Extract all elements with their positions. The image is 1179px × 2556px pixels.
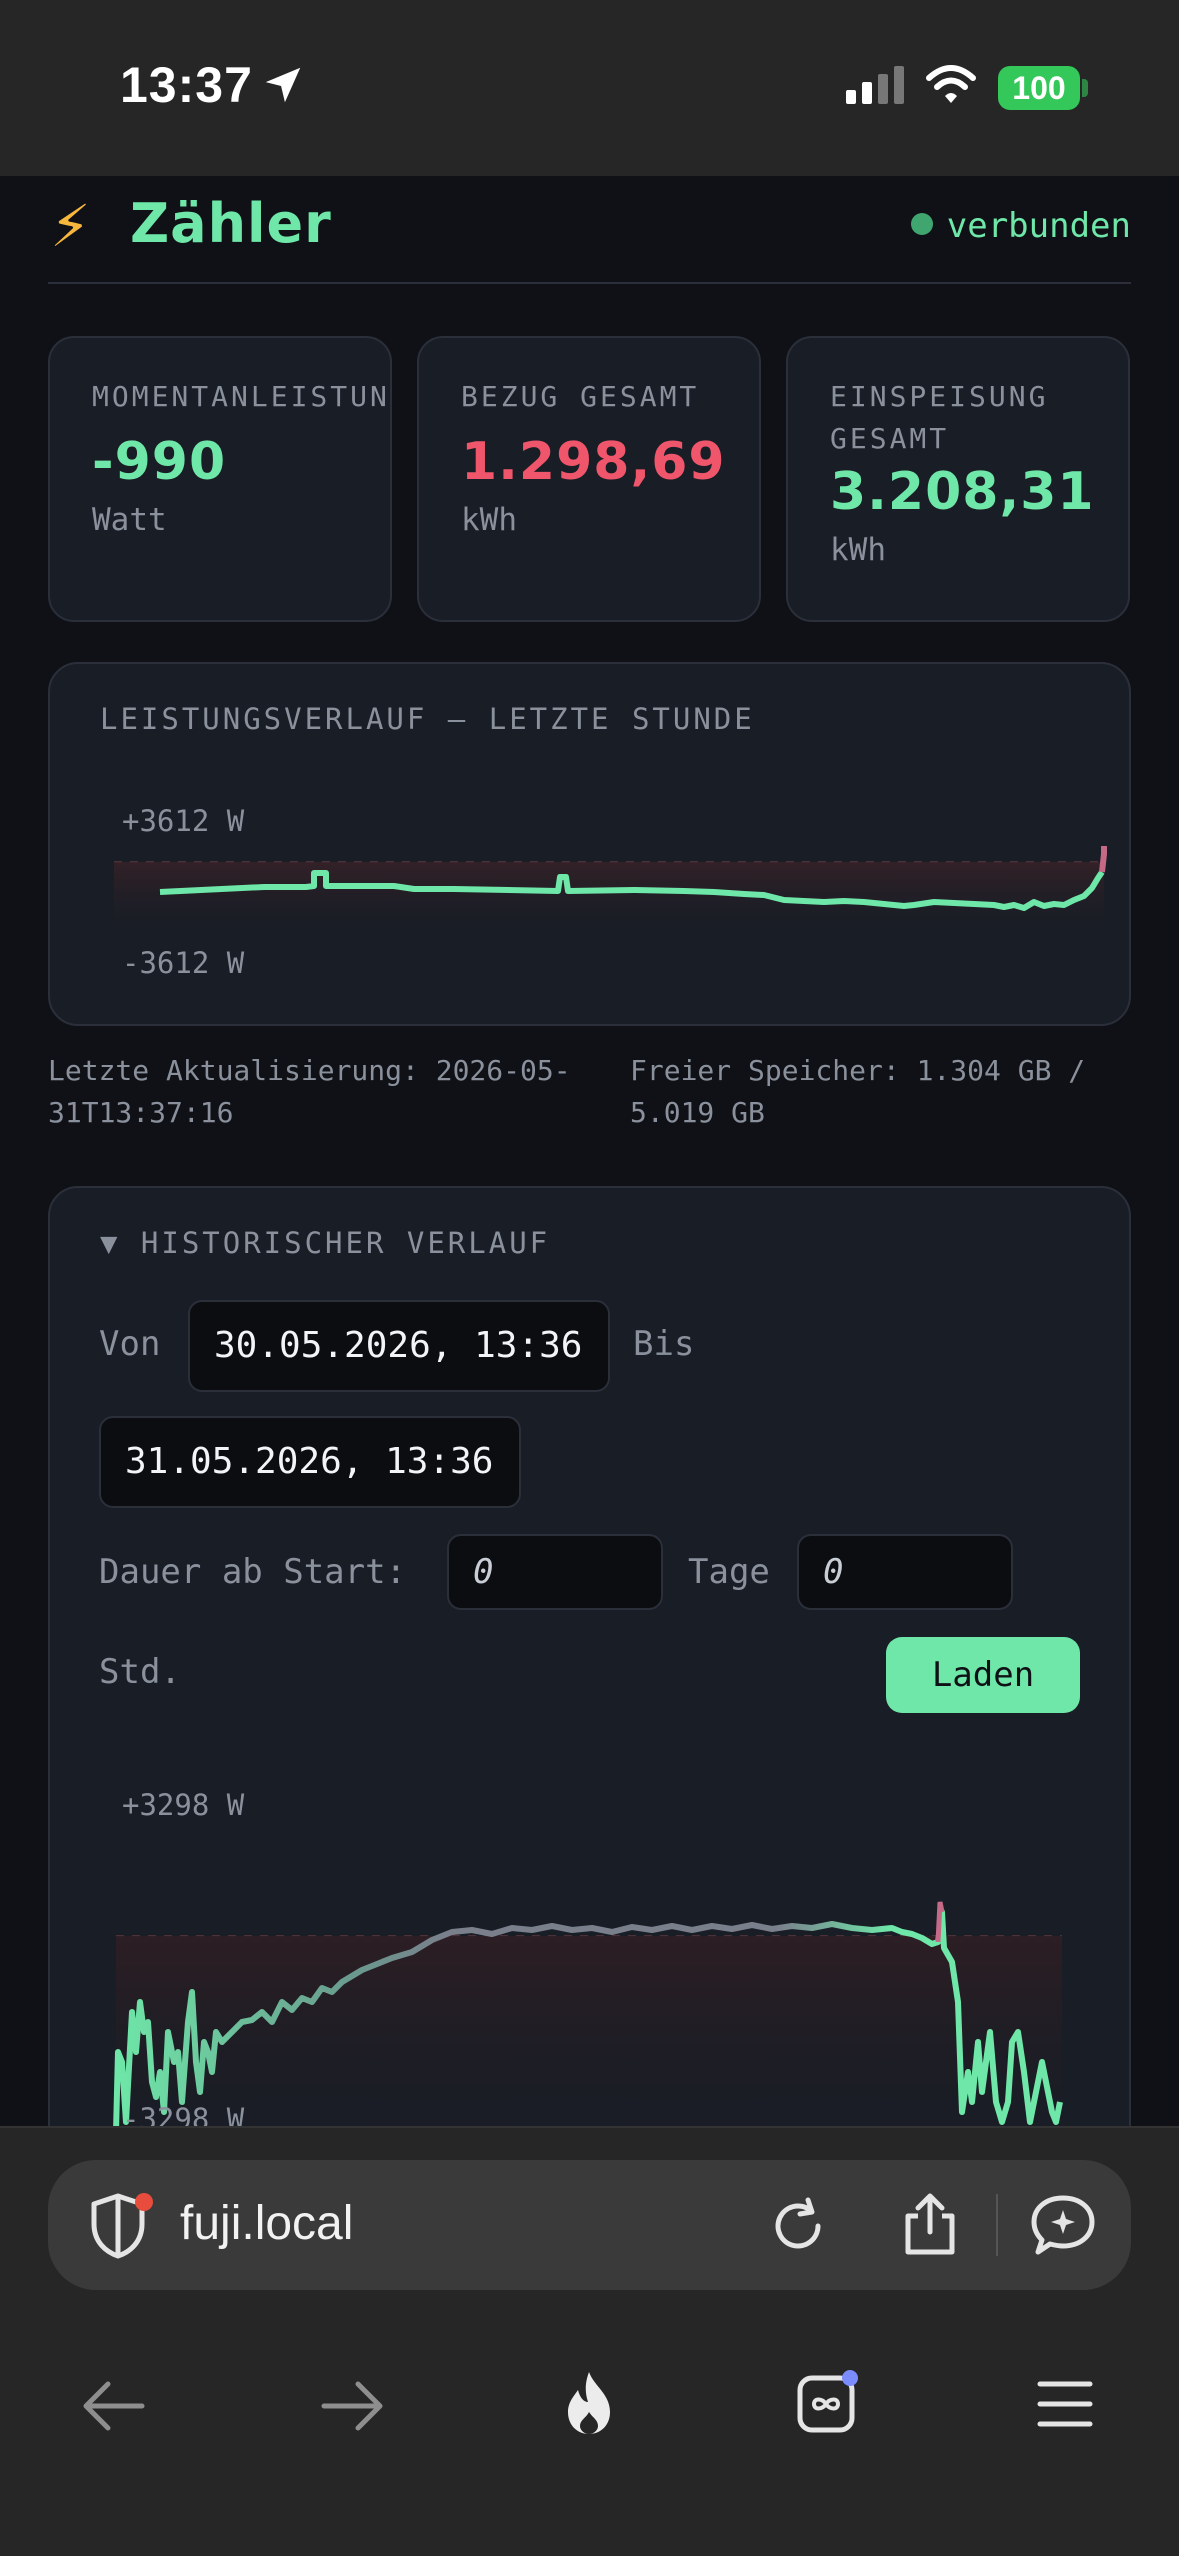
wifi-icon (926, 65, 976, 103)
tabs-icon[interactable] (794, 2366, 862, 2436)
connection-label: verbunden (946, 206, 1131, 246)
app-title: Zähler (130, 192, 332, 255)
history-toggle[interactable]: ▼ HISTORISCHER VERLAUF (100, 1226, 550, 1260)
hours-input[interactable]: 0 (797, 1534, 1013, 1610)
chart-fill (116, 1936, 1062, 2126)
free-storage: Freier Speicher: 1.304 GB / 5.019 GB (630, 1054, 1086, 1129)
status-bar: 13:37 100 (0, 0, 1179, 176)
chart-fill (114, 862, 1104, 932)
app-header: ⚡ Zähler verbunden (48, 176, 1131, 284)
card-unit: Watt (92, 502, 167, 538)
card-unit: kWh (461, 502, 517, 538)
history-ymax-label: +3298 W (122, 1788, 245, 1822)
card-label: EINSPEISUNG GESAMT (830, 380, 1049, 455)
battery-indicator: 100 (998, 66, 1080, 110)
ai-chat-icon[interactable] (1028, 2192, 1098, 2258)
live-power-peak (1099, 846, 1107, 873)
toolbar-separator (996, 2194, 998, 2256)
forward-arrow-icon[interactable] (318, 2378, 386, 2434)
history-ymin-label: -3298 W (122, 2102, 245, 2126)
card-value: -990 (92, 432, 227, 492)
card-bezug-gesamt: BEZUG GESAMT 1.298,69 kWh (417, 336, 761, 622)
reload-icon[interactable] (766, 2194, 830, 2258)
card-label: MOMENTANLEISTUNG (92, 380, 392, 413)
from-datetime-input[interactable]: 30.05.2026, 13:36 (188, 1300, 610, 1392)
card-label: BEZUG GESAMT (461, 380, 700, 413)
card-unit: kWh (830, 532, 886, 568)
card-momentanleistung: MOMENTANLEISTUNG -990 Watt (48, 336, 392, 622)
live-chart-title: LEISTUNGSVERLAUF — LETZTE STUNDE (100, 702, 755, 736)
live-power-chart (114, 846, 1107, 932)
url-text[interactable]: fuji.local (180, 2196, 353, 2251)
share-icon[interactable] (898, 2190, 962, 2258)
status-dot-icon (910, 213, 933, 235)
back-arrow-icon[interactable] (80, 2378, 148, 2434)
cellular-signal-icon (846, 66, 904, 104)
to-datetime-input[interactable]: 31.05.2026, 13:36 (99, 1416, 521, 1508)
card-value: 1.298,69 (461, 432, 726, 492)
connection-status: verbunden (910, 206, 1131, 246)
days-label: Tage (688, 1552, 770, 1592)
load-button[interactable]: Laden (886, 1637, 1080, 1713)
shield-privacy-icon[interactable] (88, 2188, 158, 2262)
status-time: 13:37 (120, 57, 253, 113)
to-label: Bis (633, 1324, 695, 1364)
bolt-icon: ⚡ (50, 192, 91, 260)
menu-icon[interactable] (1036, 2378, 1094, 2430)
browser-toolbar: fuji.local (0, 2126, 1179, 2556)
fire-icon[interactable] (558, 2368, 620, 2438)
location-arrow-icon (265, 67, 301, 103)
duration-label: Dauer ab Start: (99, 1552, 407, 1592)
web-page: ⚡ Zähler verbunden MOMENTANLEISTUNG -990… (0, 176, 1179, 2126)
live-chart-panel: LEISTUNGSVERLAUF — LETZTE STUNDE +3612 W… (48, 662, 1131, 1026)
last-update: Letzte Aktualisierung: 2026-05-31T13:37:… (48, 1054, 571, 1129)
days-input[interactable]: 0 (447, 1534, 663, 1610)
battery-nub (1082, 79, 1088, 97)
address-bar[interactable]: fuji.local (48, 2160, 1131, 2290)
from-label: Von (99, 1324, 161, 1364)
hours-label: Std. (99, 1652, 181, 1692)
card-einspeisung-gesamt: EINSPEISUNG GESAMT 3.208,31 kWh (786, 336, 1130, 622)
history-power-chart (113, 1901, 1063, 2126)
card-value: 3.208,31 (830, 462, 1095, 522)
